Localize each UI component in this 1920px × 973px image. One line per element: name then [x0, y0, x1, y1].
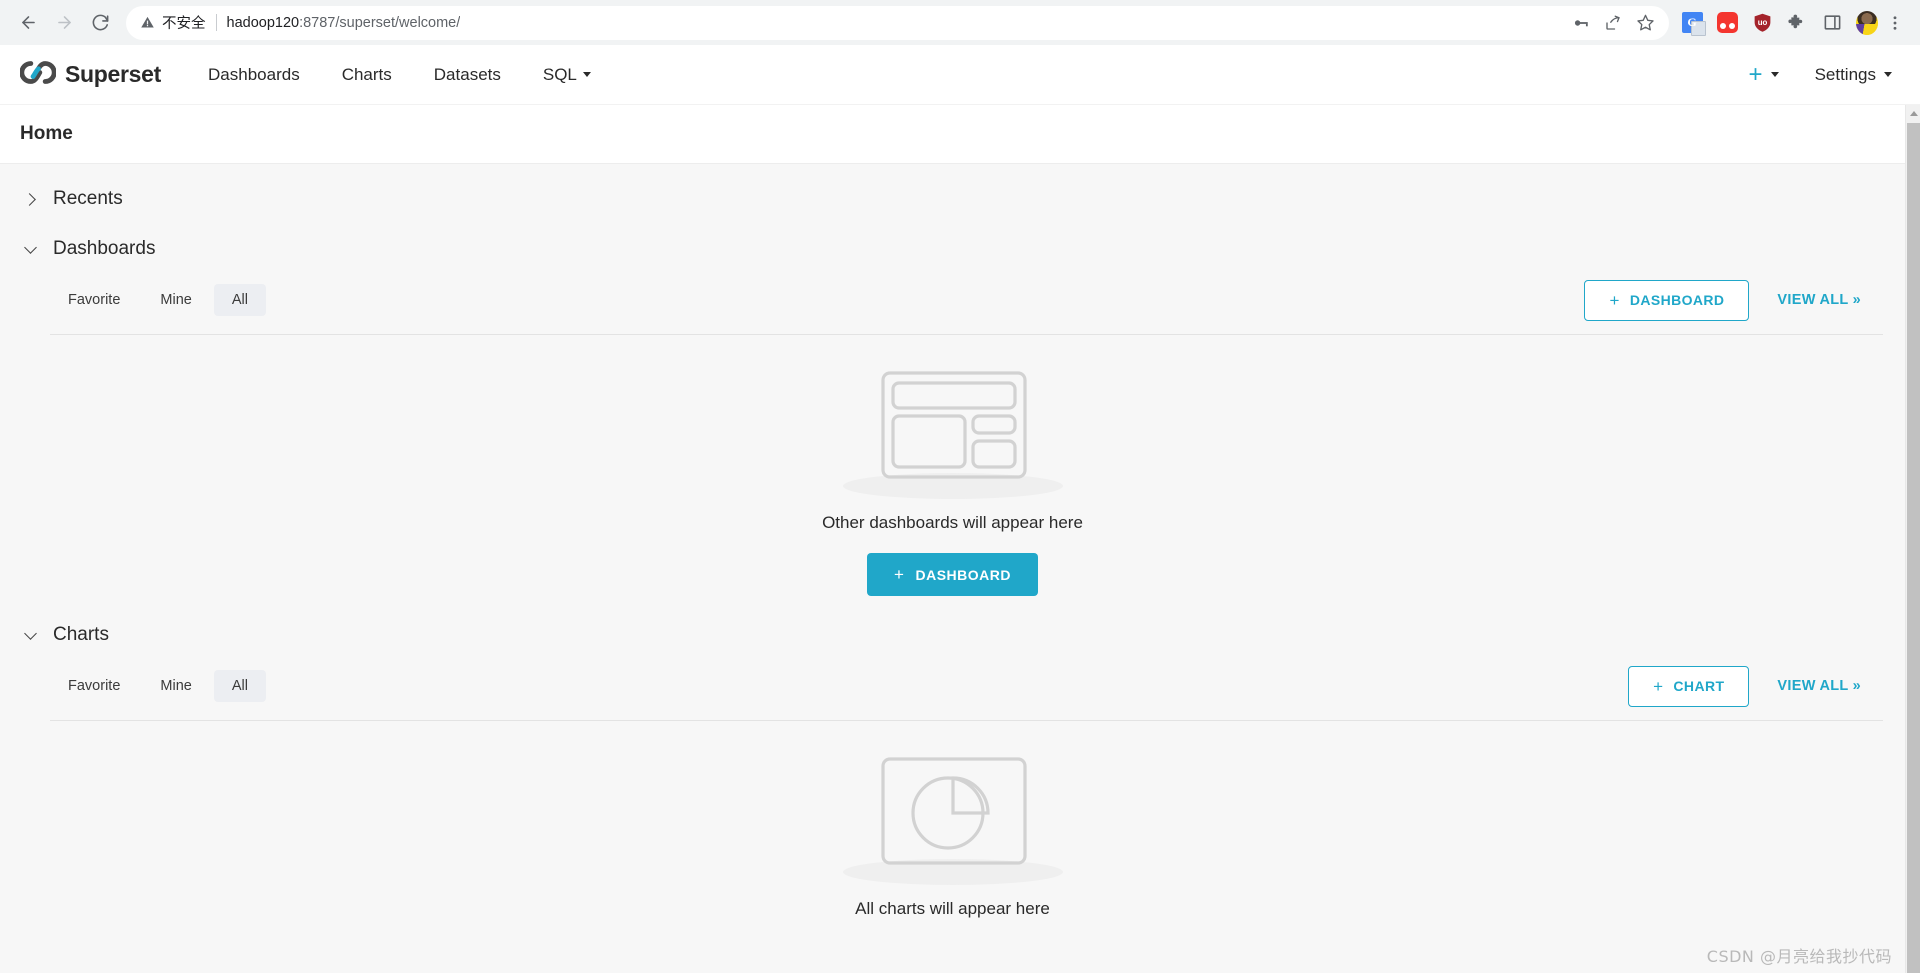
chevron-down-icon: [24, 629, 37, 642]
dashboards-empty-text: Other dashboards will appear here: [822, 513, 1083, 532]
scrollbar-thumb[interactable]: [1907, 123, 1920, 973]
nav-link-sql-label: SQL: [542, 64, 577, 84]
page-title: Home: [20, 123, 73, 144]
new-chart-label: CHART: [1673, 678, 1725, 694]
reload-button[interactable]: [82, 5, 118, 41]
dashboards-tab-all[interactable]: All: [213, 284, 266, 316]
svg-text:uo: uo: [1757, 18, 1767, 27]
dashboards-toolbar-right: + DASHBOARD VIEW ALL »: [1584, 279, 1883, 321]
browser-toolbar: 不安全 hadoop120:8787/superset/welcome/ G u…: [0, 0, 1920, 45]
omnibox-actions: [1560, 13, 1655, 32]
new-item-menu[interactable]: +: [1731, 60, 1797, 88]
forward-button[interactable]: [46, 5, 82, 41]
plus-icon: +: [1748, 60, 1763, 88]
back-button[interactable]: [10, 5, 46, 41]
superset-navbar: Superset Dashboards Charts Datasets SQL …: [0, 45, 1920, 105]
avatar[interactable]: [1856, 10, 1878, 35]
bookmark-star-icon[interactable]: [1636, 13, 1655, 32]
chevron-down-icon: [24, 243, 37, 256]
charts-toolbar-right: + CHART VIEW ALL »: [1628, 665, 1883, 707]
chevron-right-icon: [24, 193, 37, 206]
dashboards-toolbar: Favorite Mine All + DASHBOARD VIEW ALL »: [0, 260, 1905, 322]
brand-home-link[interactable]: Superset: [19, 60, 162, 89]
reload-icon: [91, 13, 110, 32]
dashboards-view-all-link[interactable]: VIEW ALL »: [1749, 292, 1883, 308]
url-host: hadoop120: [226, 14, 300, 31]
section-charts: Charts Favorite Mine All + CHART VIEW AL…: [0, 600, 1905, 923]
new-dashboard-label: DASHBOARD: [1629, 292, 1725, 308]
charts-tab-all[interactable]: All: [213, 670, 266, 702]
empty-new-dashboard-label: DASHBOARD: [915, 566, 1011, 583]
charts-collapse-toggle[interactable]: Charts: [0, 600, 1905, 646]
nav-link-datasets-label: Datasets: [433, 64, 501, 84]
browser-extensions: G uo: [1681, 10, 1878, 36]
nav-link-dashboards-label: Dashboards: [208, 64, 300, 84]
plus-icon: +: [1609, 290, 1620, 310]
not-secure-label: 不安全: [162, 16, 206, 32]
recents-label: Recents: [53, 188, 123, 209]
watermark: CSDN @月亮给我抄代码: [1706, 947, 1892, 966]
primary-nav: Dashboards Charts Datasets SQL: [187, 65, 612, 85]
nav-link-charts[interactable]: Charts: [321, 65, 413, 85]
recents-collapse-toggle[interactable]: Recents: [0, 164, 1905, 210]
address-bar[interactable]: 不安全 hadoop120:8787/superset/welcome/: [126, 5, 1669, 40]
settings-menu[interactable]: Settings: [1797, 65, 1898, 85]
dashboard-layout-placeholder-icon: [842, 369, 1063, 499]
arrow-right-icon: [55, 13, 74, 32]
charts-label: Charts: [53, 624, 109, 645]
new-dashboard-button[interactable]: + DASHBOARD: [1584, 279, 1750, 321]
charts-empty-state: All charts will appear here: [0, 721, 1905, 919]
chevron-down-icon: [1884, 72, 1892, 77]
dashboards-empty-state: Other dashboards will appear here + DASH…: [0, 335, 1905, 596]
url-path: :8787/superset/welcome/: [299, 14, 461, 31]
google-translate-icon[interactable]: G: [1681, 12, 1706, 36]
content-column: Home Recents Dashboards Favorite Mine Al…: [0, 105, 1905, 973]
charts-toolbar: Favorite Mine All + CHART VIEW ALL »: [0, 646, 1905, 708]
navbar-right: + Settings: [1731, 60, 1898, 88]
side-panel-icon[interactable]: [1821, 12, 1843, 34]
page-body: Home Recents Dashboards Favorite Mine Al…: [0, 105, 1920, 973]
section-recents: Recents: [0, 164, 1905, 214]
superset-infinity-logo: [19, 60, 57, 89]
charts-view-all-link[interactable]: VIEW ALL »: [1749, 678, 1883, 694]
omnibox-divider: [215, 14, 217, 31]
share-icon[interactable]: [1604, 14, 1622, 32]
plus-icon: +: [894, 565, 905, 584]
pie-chart-placeholder-icon: [842, 755, 1063, 885]
nav-link-charts-label: Charts: [341, 64, 392, 84]
kebab-menu-icon[interactable]: [1880, 14, 1910, 32]
dashboards-tab-favorite[interactable]: Favorite: [50, 284, 138, 316]
dashboards-label: Dashboards: [53, 238, 156, 259]
nav-link-datasets[interactable]: Datasets: [413, 65, 522, 85]
charts-tab-mine[interactable]: Mine: [142, 670, 209, 702]
dashboards-collapse-toggle[interactable]: Dashboards: [0, 214, 1905, 260]
plus-icon: +: [1653, 676, 1664, 696]
pocket-icon[interactable]: [1716, 12, 1738, 34]
page-header: Home: [0, 105, 1905, 164]
nav-link-dashboards[interactable]: Dashboards: [187, 65, 321, 85]
arrow-left-icon: [19, 13, 38, 32]
settings-label: Settings: [1814, 64, 1876, 84]
not-secure-warning-icon[interactable]: [140, 15, 155, 30]
brand-name: Superset: [65, 61, 162, 87]
scroll-up-arrow-icon[interactable]: [1906, 105, 1920, 122]
section-dashboards: Dashboards Favorite Mine All + DASHBOARD…: [0, 214, 1905, 600]
new-chart-button[interactable]: + CHART: [1628, 665, 1750, 707]
page-scrollbar[interactable]: [1905, 105, 1920, 973]
chevron-down-icon: [1770, 72, 1779, 77]
ublock-origin-icon[interactable]: uo: [1751, 12, 1773, 34]
chevron-down-icon: [582, 72, 591, 77]
nav-link-sql[interactable]: SQL: [522, 65, 612, 85]
url-text: hadoop120:8787/superset/welcome/: [227, 15, 461, 31]
empty-new-dashboard-button[interactable]: + DASHBOARD: [867, 553, 1038, 596]
charts-empty-text: All charts will appear here: [855, 899, 1050, 918]
charts-tab-favorite[interactable]: Favorite: [50, 670, 138, 702]
dashboards-tab-mine[interactable]: Mine: [142, 284, 209, 316]
extensions-puzzle-icon[interactable]: [1786, 12, 1808, 34]
password-key-icon[interactable]: [1572, 14, 1590, 32]
